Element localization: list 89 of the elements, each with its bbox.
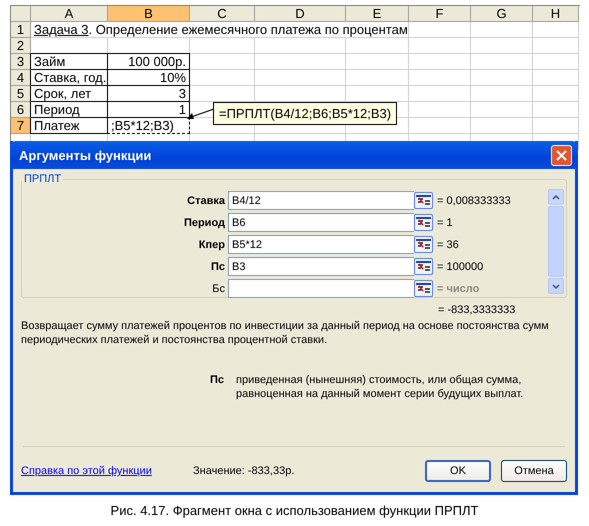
grid-cell <box>409 54 471 70</box>
value-text: Значение: -833,33р. <box>193 465 296 477</box>
grid-cell <box>533 38 579 54</box>
range-icon <box>416 195 431 206</box>
grid-cell <box>409 22 471 38</box>
table-cell: Платеж <box>30 117 108 134</box>
argument-field[interactable]: B3 <box>228 257 414 276</box>
scroll-down-button[interactable] <box>548 278 564 294</box>
grid-cell <box>409 38 471 54</box>
row-header[interactable]: 5 <box>11 86 31 102</box>
argument-field[interactable]: B5*12 <box>228 235 414 254</box>
table-cell: Займ <box>30 53 108 70</box>
range-icon <box>416 217 431 228</box>
grid-cell <box>533 102 579 118</box>
collapse-button[interactable] <box>414 214 433 231</box>
column-header[interactable]: E <box>346 6 409 22</box>
grid-cell <box>190 38 255 54</box>
range-icon <box>416 261 431 272</box>
argument-result: = 36 <box>437 238 459 250</box>
collapse-button[interactable] <box>414 280 433 297</box>
argument-field[interactable]: B4/12 <box>228 191 414 210</box>
grid-cell <box>346 70 409 86</box>
grid-cell <box>533 54 579 70</box>
grid-cell <box>346 86 409 102</box>
collapse-button[interactable] <box>414 258 433 275</box>
range-icon <box>416 239 431 250</box>
column-header[interactable]: D <box>255 6 346 22</box>
row-header[interactable]: 6 <box>11 102 31 118</box>
grid-cell <box>471 54 533 70</box>
column-header[interactable]: H <box>533 6 579 22</box>
close-button[interactable] <box>551 144 572 166</box>
grid-cell <box>346 54 409 70</box>
figure-caption: Рис. 4.17. Фрагмент окна с использованием функции ПРПЛТ <box>110 503 480 518</box>
grid-cell <box>533 70 579 86</box>
grid-cell <box>190 70 255 86</box>
grid-cell <box>409 70 471 86</box>
scrollbar[interactable] <box>548 189 564 294</box>
row-header[interactable]: 4 <box>11 70 31 86</box>
argument-label: Пс <box>210 260 226 272</box>
leader-line <box>187 108 215 120</box>
column-header[interactable]: B <box>108 6 190 22</box>
row-header[interactable]: 1 <box>11 22 31 38</box>
chevron-up-icon <box>552 194 560 200</box>
range-icon <box>416 283 431 294</box>
grid-cell <box>409 86 471 102</box>
argument-result: = число <box>437 282 480 294</box>
grid-cell <box>471 86 533 102</box>
grid-cell <box>471 22 533 38</box>
collapse-button[interactable] <box>414 192 433 209</box>
chevron-down-icon <box>552 284 560 288</box>
column-header[interactable]: G <box>471 6 533 22</box>
close-icon <box>556 150 567 160</box>
column-header[interactable]: A <box>31 6 108 22</box>
collapse-button[interactable] <box>414 236 433 253</box>
formula-result: = -833,3333333 <box>437 303 516 316</box>
row-header[interactable]: 7 <box>11 118 31 134</box>
grid-cell <box>346 38 409 54</box>
argument-result: = 0,008333333 <box>437 194 511 206</box>
grid-cell <box>533 86 579 102</box>
argument-label: Период <box>182 216 226 228</box>
argument-label: Бс <box>211 282 226 294</box>
group-title: ПРПЛТ <box>23 173 62 185</box>
row-header[interactable]: 2 <box>11 38 31 54</box>
grid-cell <box>190 54 255 70</box>
function-description: Возвращает сумму платежей процентов по инвестиции за данный период на основе постоянства сумм периодических платежей и постоянства процентной ставки. <box>20 319 550 347</box>
row-header[interactable]: 3 <box>11 54 31 70</box>
argument-result: = 100000 <box>437 260 484 272</box>
grid-cell <box>471 38 533 54</box>
grid-cell <box>471 70 533 86</box>
argument-field[interactable]: B6 <box>228 213 414 232</box>
dialog-button[interactable]: OK <box>425 460 491 482</box>
scroll-thumb[interactable] <box>548 206 564 277</box>
formula-tooltip: =ПРПЛТ(B4/12;B6;B5*12;B3) <box>213 102 398 125</box>
help-link[interactable]: Справка по этой функции <box>21 465 193 477</box>
dialog-button[interactable]: Отмена <box>501 460 567 482</box>
grid-cell <box>533 22 579 38</box>
argument-result: = 1 <box>437 216 453 228</box>
grid-cell <box>409 102 471 118</box>
argument-label: Кпер <box>198 238 226 250</box>
parameter-help: приведенная (нынешняя) стоимость, или общая сумма, равноценная на данный момент серии будущих выплат. <box>236 373 524 401</box>
grid-cell <box>471 102 533 118</box>
column-header[interactable]: F <box>409 6 471 22</box>
parameter-name: Пс <box>210 373 226 388</box>
scroll-up-button[interactable] <box>548 189 564 205</box>
table-cell: Ставка, год. <box>30 69 108 86</box>
argument-field[interactable] <box>228 279 414 298</box>
column-header[interactable]: C <box>190 6 255 22</box>
argument-label: Ставка <box>186 194 226 206</box>
window-title: Аргументы функции <box>19 148 152 162</box>
